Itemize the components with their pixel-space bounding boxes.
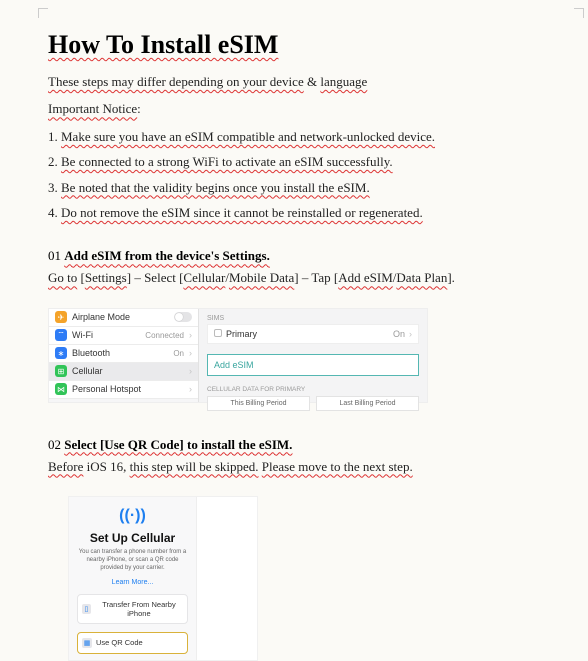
wifi-icon: ⌔ (55, 329, 67, 341)
btn-label: Transfer From Nearby iPhone (95, 600, 183, 618)
setup-description: You can transfer a phone number from a n… (77, 549, 188, 572)
setup-pane: ((·)) Set Up Cellular You can transfer a… (69, 497, 197, 660)
row-wifi: ⌔ Wi-Fi Connected › (49, 327, 198, 345)
t: Please move to the next step. (262, 459, 413, 474)
qr-icon: ▦ (82, 638, 92, 648)
setup-right-blank (197, 497, 257, 660)
notice-label: Important Notice (48, 101, 137, 116)
rules-list: 1. Make sure you have an eSIM compatible… (48, 125, 548, 225)
primary-label: Primary (226, 329, 393, 339)
chevron-right-icon: › (189, 348, 192, 358)
t: [ (77, 270, 85, 285)
use-qr-button: ▦ Use QR Code (77, 632, 188, 654)
intro-line: These steps may differ depending on your… (48, 70, 548, 93)
setup-cellular-screenshot: ((·)) Set Up Cellular You can transfer a… (68, 496, 258, 661)
rule-text: Be connected to a strong WiFi to activat… (61, 154, 393, 169)
billing-tabs: This Billing Period Last Billing Period (207, 396, 419, 411)
t: Cellular (183, 270, 225, 285)
t: Mobile Data (229, 270, 294, 285)
cellular-icon: ⊞ (55, 365, 67, 377)
step1-instruction: Go to [Settings] – Select [Cellular/Mobi… (48, 266, 548, 289)
step-number: 01 (48, 248, 64, 263)
step-number: 02 (48, 437, 64, 452)
cellular-data-header: CELLULAR DATA FOR PRIMARY (207, 386, 419, 393)
airplane-toggle (174, 312, 192, 322)
settings-screenshot: ✈ Airplane Mode ⌔ Wi-Fi Connected › ∗ Bl… (48, 308, 428, 403)
tab-last-period: Last Billing Period (316, 396, 419, 411)
t: Data Plan (396, 270, 447, 285)
tab-this-period: This Billing Period (207, 396, 310, 411)
intro-amp: & (304, 74, 321, 89)
rule-text: Make sure you have an eSIM compatible an… (61, 129, 435, 144)
page-corner-tr (574, 8, 584, 18)
chevron-right-icon: › (189, 330, 192, 340)
row-label: Bluetooth (72, 348, 168, 358)
row-value: On (173, 349, 184, 358)
antenna-icon: ((·)) (77, 507, 188, 525)
step-title: Select [Use QR Code] to install the eSIM… (64, 437, 292, 452)
chevron-right-icon: › (189, 384, 192, 394)
add-esim-button: Add eSIM (207, 354, 419, 376)
t: Settings (85, 270, 127, 285)
t: ] – Tap [ (294, 270, 338, 285)
row-value: Connected (145, 331, 184, 340)
rule-num: 1. (48, 129, 61, 144)
rule-item: 2. Be connected to a strong WiFi to acti… (48, 150, 548, 173)
t: Go to (48, 270, 77, 285)
rule-num: 2. (48, 154, 61, 169)
settings-left-pane: ✈ Airplane Mode ⌔ Wi-Fi Connected › ∗ Bl… (49, 309, 199, 402)
row-label: Wi-Fi (72, 330, 140, 340)
settings-right-pane: SIMs Primary On › Add eSIM CELLULAR DATA… (199, 309, 427, 402)
row-label: Airplane Mode (72, 312, 169, 322)
hotspot-icon: ⋈ (55, 383, 67, 395)
rule-num: 4. (48, 205, 61, 220)
important-notice: Important Notice: (48, 97, 548, 120)
sims-header: SIMs (207, 315, 419, 322)
rule-num: 3. (48, 180, 61, 195)
rule-item: 4. Do not remove the eSIM since it canno… (48, 201, 548, 224)
t: ] – Select [ (127, 270, 184, 285)
t: this step will be skipped. (130, 459, 259, 474)
rule-item: 1. Make sure you have an eSIM compatible… (48, 125, 548, 148)
learn-more-link: Learn More... (77, 579, 188, 586)
rule-text: Do not remove the eSIM since it cannot b… (61, 205, 423, 220)
row-hotspot: ⋈ Personal Hotspot › (49, 381, 198, 399)
transfer-button: ▯ Transfer From Nearby iPhone (77, 594, 188, 624)
bluetooth-icon: ∗ (55, 347, 67, 359)
intro-part2: language (320, 74, 367, 89)
chevron-right-icon: › (189, 366, 192, 376)
chevron-right-icon: › (409, 329, 412, 339)
step1-heading: 01 Add eSIM from the device's Settings. (48, 248, 548, 264)
step2-instruction: Before iOS 16, this step will be skipped… (48, 455, 548, 478)
row-label: Cellular (72, 366, 184, 376)
sim-icon (214, 329, 222, 337)
page-title: How To Install eSIM (48, 30, 548, 60)
step-title: Add eSIM from the device's Settings. (64, 248, 270, 263)
btn-label: Use QR Code (96, 638, 143, 647)
t: ]. (447, 270, 455, 285)
airplane-icon: ✈ (55, 311, 67, 323)
row-cellular: ⊞ Cellular › (49, 363, 198, 381)
primary-sim-row: Primary On › (207, 324, 419, 344)
t: iOS 16, (83, 459, 129, 474)
intro-part1: These steps may differ depending on your… (48, 74, 304, 89)
row-label: Personal Hotspot (72, 384, 184, 394)
step2-heading: 02 Select [Use QR Code] to install the e… (48, 437, 548, 453)
t: Add eSIM (338, 270, 393, 285)
document-page: How To Install eSIM These steps may diff… (0, 0, 588, 661)
phone-icon: ▯ (82, 604, 91, 614)
row-bluetooth: ∗ Bluetooth On › (49, 345, 198, 363)
setup-heading: Set Up Cellular (77, 531, 188, 545)
row-airplane: ✈ Airplane Mode (49, 309, 198, 327)
rule-item: 3. Be noted that the validity begins onc… (48, 176, 548, 199)
primary-value: On (393, 329, 405, 339)
t: Before (48, 459, 83, 474)
page-corner-tl (38, 8, 48, 18)
rule-text: Be noted that the validity begins once y… (61, 180, 370, 195)
